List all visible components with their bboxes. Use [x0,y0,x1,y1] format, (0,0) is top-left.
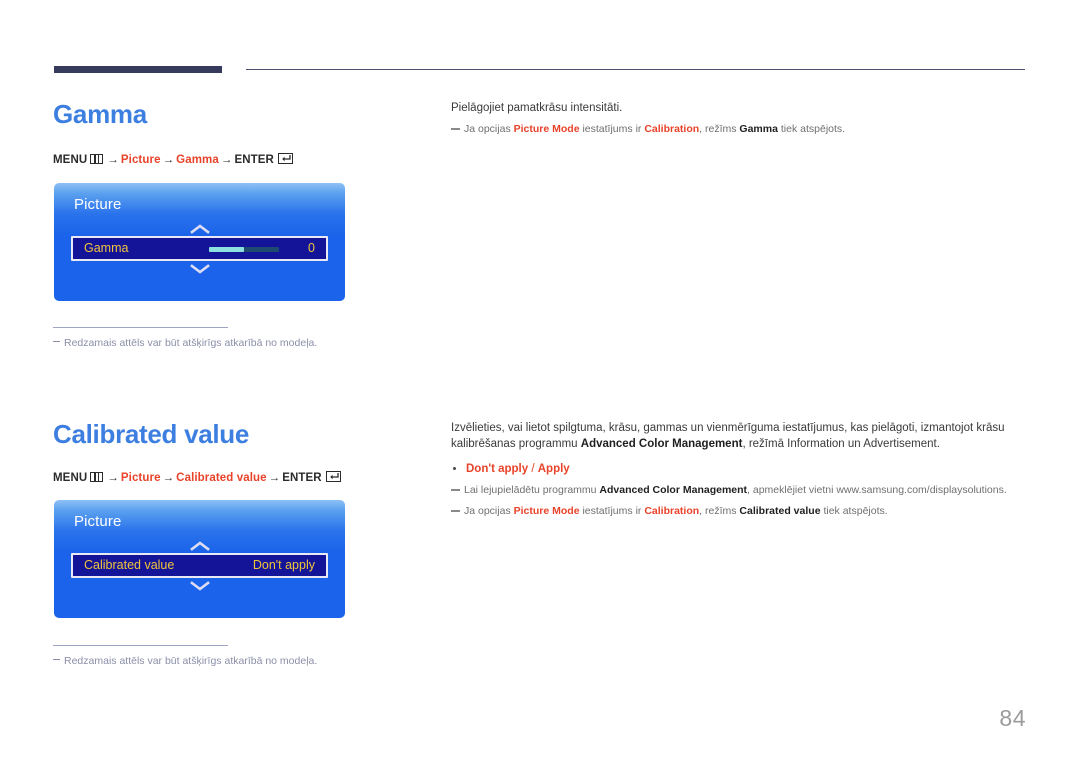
menu-grid-icon [90,472,104,482]
chevron-up-icon[interactable] [54,222,345,234]
page-number: 84 [999,705,1026,731]
menu-path-step-calibrated-value: Calibrated value [176,472,267,484]
osd-row-label: Gamma [84,241,129,255]
note-post: , apmeklējiet vietni www.samsung.com/dis… [747,484,1007,496]
footnote-dash-icon [53,659,60,660]
note-mid-1: iestatījums ir [579,123,645,135]
description-calibrated-value: Izvēlieties, vai lietot spilgtuma, krāsu… [451,420,1025,452]
osd-row-calibrated-value[interactable]: Calibrated value Don't apply [71,553,328,578]
footnote-text: Redzamais attēls var būt atšķirīgs atkar… [53,655,317,667]
chevron-up-icon[interactable] [54,539,345,551]
menu-path-gamma: MENU → Picture → Gamma → ENTER [53,153,293,166]
description-term-acm: Advanced Color Management [580,438,743,450]
right-column-gamma: Pielāgojiet pamatkrāsu intensitāti. Ja o… [451,100,1025,137]
osd-row-value: Don't apply [252,558,315,572]
header-rule-line [246,69,1025,70]
option-separator: / [528,463,538,475]
page-title-gamma: Gamma [53,99,147,129]
page-title-calibrated-value: Calibrated value [53,419,250,449]
gamma-slider-fill [209,247,244,252]
note-calibrated-value-2: Ja opcijas Picture Mode iestatījums ir C… [451,503,1025,519]
note-term-acm: Advanced Color Management [599,484,748,496]
option-dont-apply[interactable]: Don't apply [466,463,528,475]
note-post: tiek atspējots. [820,505,888,517]
enter-return-icon [325,471,341,482]
menu-path-step-picture: Picture [120,472,161,484]
enter-return-icon [277,153,293,164]
note-term-picture-mode: Picture Mode [513,123,580,135]
osd-title: Picture [74,196,122,213]
osd-title: Picture [74,513,122,530]
note-dash-icon [451,128,460,130]
chevron-down-icon[interactable] [54,579,345,591]
note-term-calibration: Calibration [644,123,700,135]
footnote-rule [53,327,228,328]
note-mid-1: iestatījums ir [579,505,645,517]
osd-row-gamma[interactable]: Gamma 0 [71,236,328,261]
bullet-dot-icon [453,467,456,470]
osd-row-label: Calibrated value [84,558,175,572]
note-term-calibration: Calibration [644,505,700,517]
footnote-label: Redzamais attēls var būt atšķirīgs atkar… [64,337,318,349]
menu-path-calibrated-value: MENU → Picture → Calibrated value → ENTER [53,471,341,484]
menu-path-step-gamma: Gamma [176,154,219,166]
note-gamma-1: Ja opcijas Picture Mode iestatījums ir C… [451,121,1025,137]
menu-path-enter-label: ENTER [234,154,274,166]
note-pre: Ja opcijas [464,123,514,135]
note-term-picture-mode: Picture Mode [513,505,580,517]
note-term-gamma: Gamma [739,123,778,135]
description-gamma: Pielāgojiet pamatkrāsu intensitāti. [451,102,623,114]
note-mid-2: , režīms [699,505,740,517]
footnote-label: Redzamais attēls var būt atšķirīgs atkar… [64,655,318,667]
menu-path-enter-label: ENTER [282,472,322,484]
header-accent-bar [54,66,222,73]
note-post: tiek atspējots. [777,123,846,135]
right-column-calibrated-value: Izvēlieties, vai lietot spilgtuma, krāsu… [451,420,1025,519]
menu-path-arrow-2: → [162,472,175,484]
footnote-text: Redzamais attēls var būt atšķirīgs atkar… [53,337,317,349]
menu-path-arrow-1: → [107,472,119,484]
osd-row-value: 0 [308,241,315,255]
menu-path-menu-label: MENU [53,154,88,166]
osd-menu-gamma: Picture Gamma 0 [54,183,345,301]
menu-grid-icon [90,154,104,164]
menu-path-arrow-3: → [220,154,233,166]
chevron-down-icon[interactable] [54,262,345,274]
note-dash-icon [451,489,460,491]
options-bullet: Don't apply / Apply [451,461,1025,477]
osd-menu-calibrated-value: Picture Calibrated value Don't apply [54,500,345,618]
note-term-calibrated-value: Calibrated value [739,505,821,517]
menu-path-arrow-3: → [268,472,281,484]
description-post: , režīmā Information un Advertisement. [742,438,940,450]
note-calibrated-value-1: Lai lejupielādētu programmu Advanced Col… [451,482,1025,498]
menu-path-arrow-2: → [162,154,175,166]
option-apply[interactable]: Apply [538,463,570,475]
menu-path-menu-label: MENU [53,472,88,484]
footnote-block-gamma: Redzamais attēls var būt atšķirīgs atkar… [53,327,317,349]
footnote-dash-icon [53,341,60,342]
note-pre: Lai lejupielādētu programmu [464,484,600,496]
footnote-rule [53,645,228,646]
menu-path-step-picture: Picture [120,154,161,166]
menu-path-arrow-1: → [107,154,119,166]
gamma-slider[interactable] [209,247,279,252]
note-pre: Ja opcijas [464,505,514,517]
note-mid-2: , režīms [699,123,740,135]
note-dash-icon [451,510,460,512]
footnote-block-calibrated-value: Redzamais attēls var būt atšķirīgs atkar… [53,645,317,667]
